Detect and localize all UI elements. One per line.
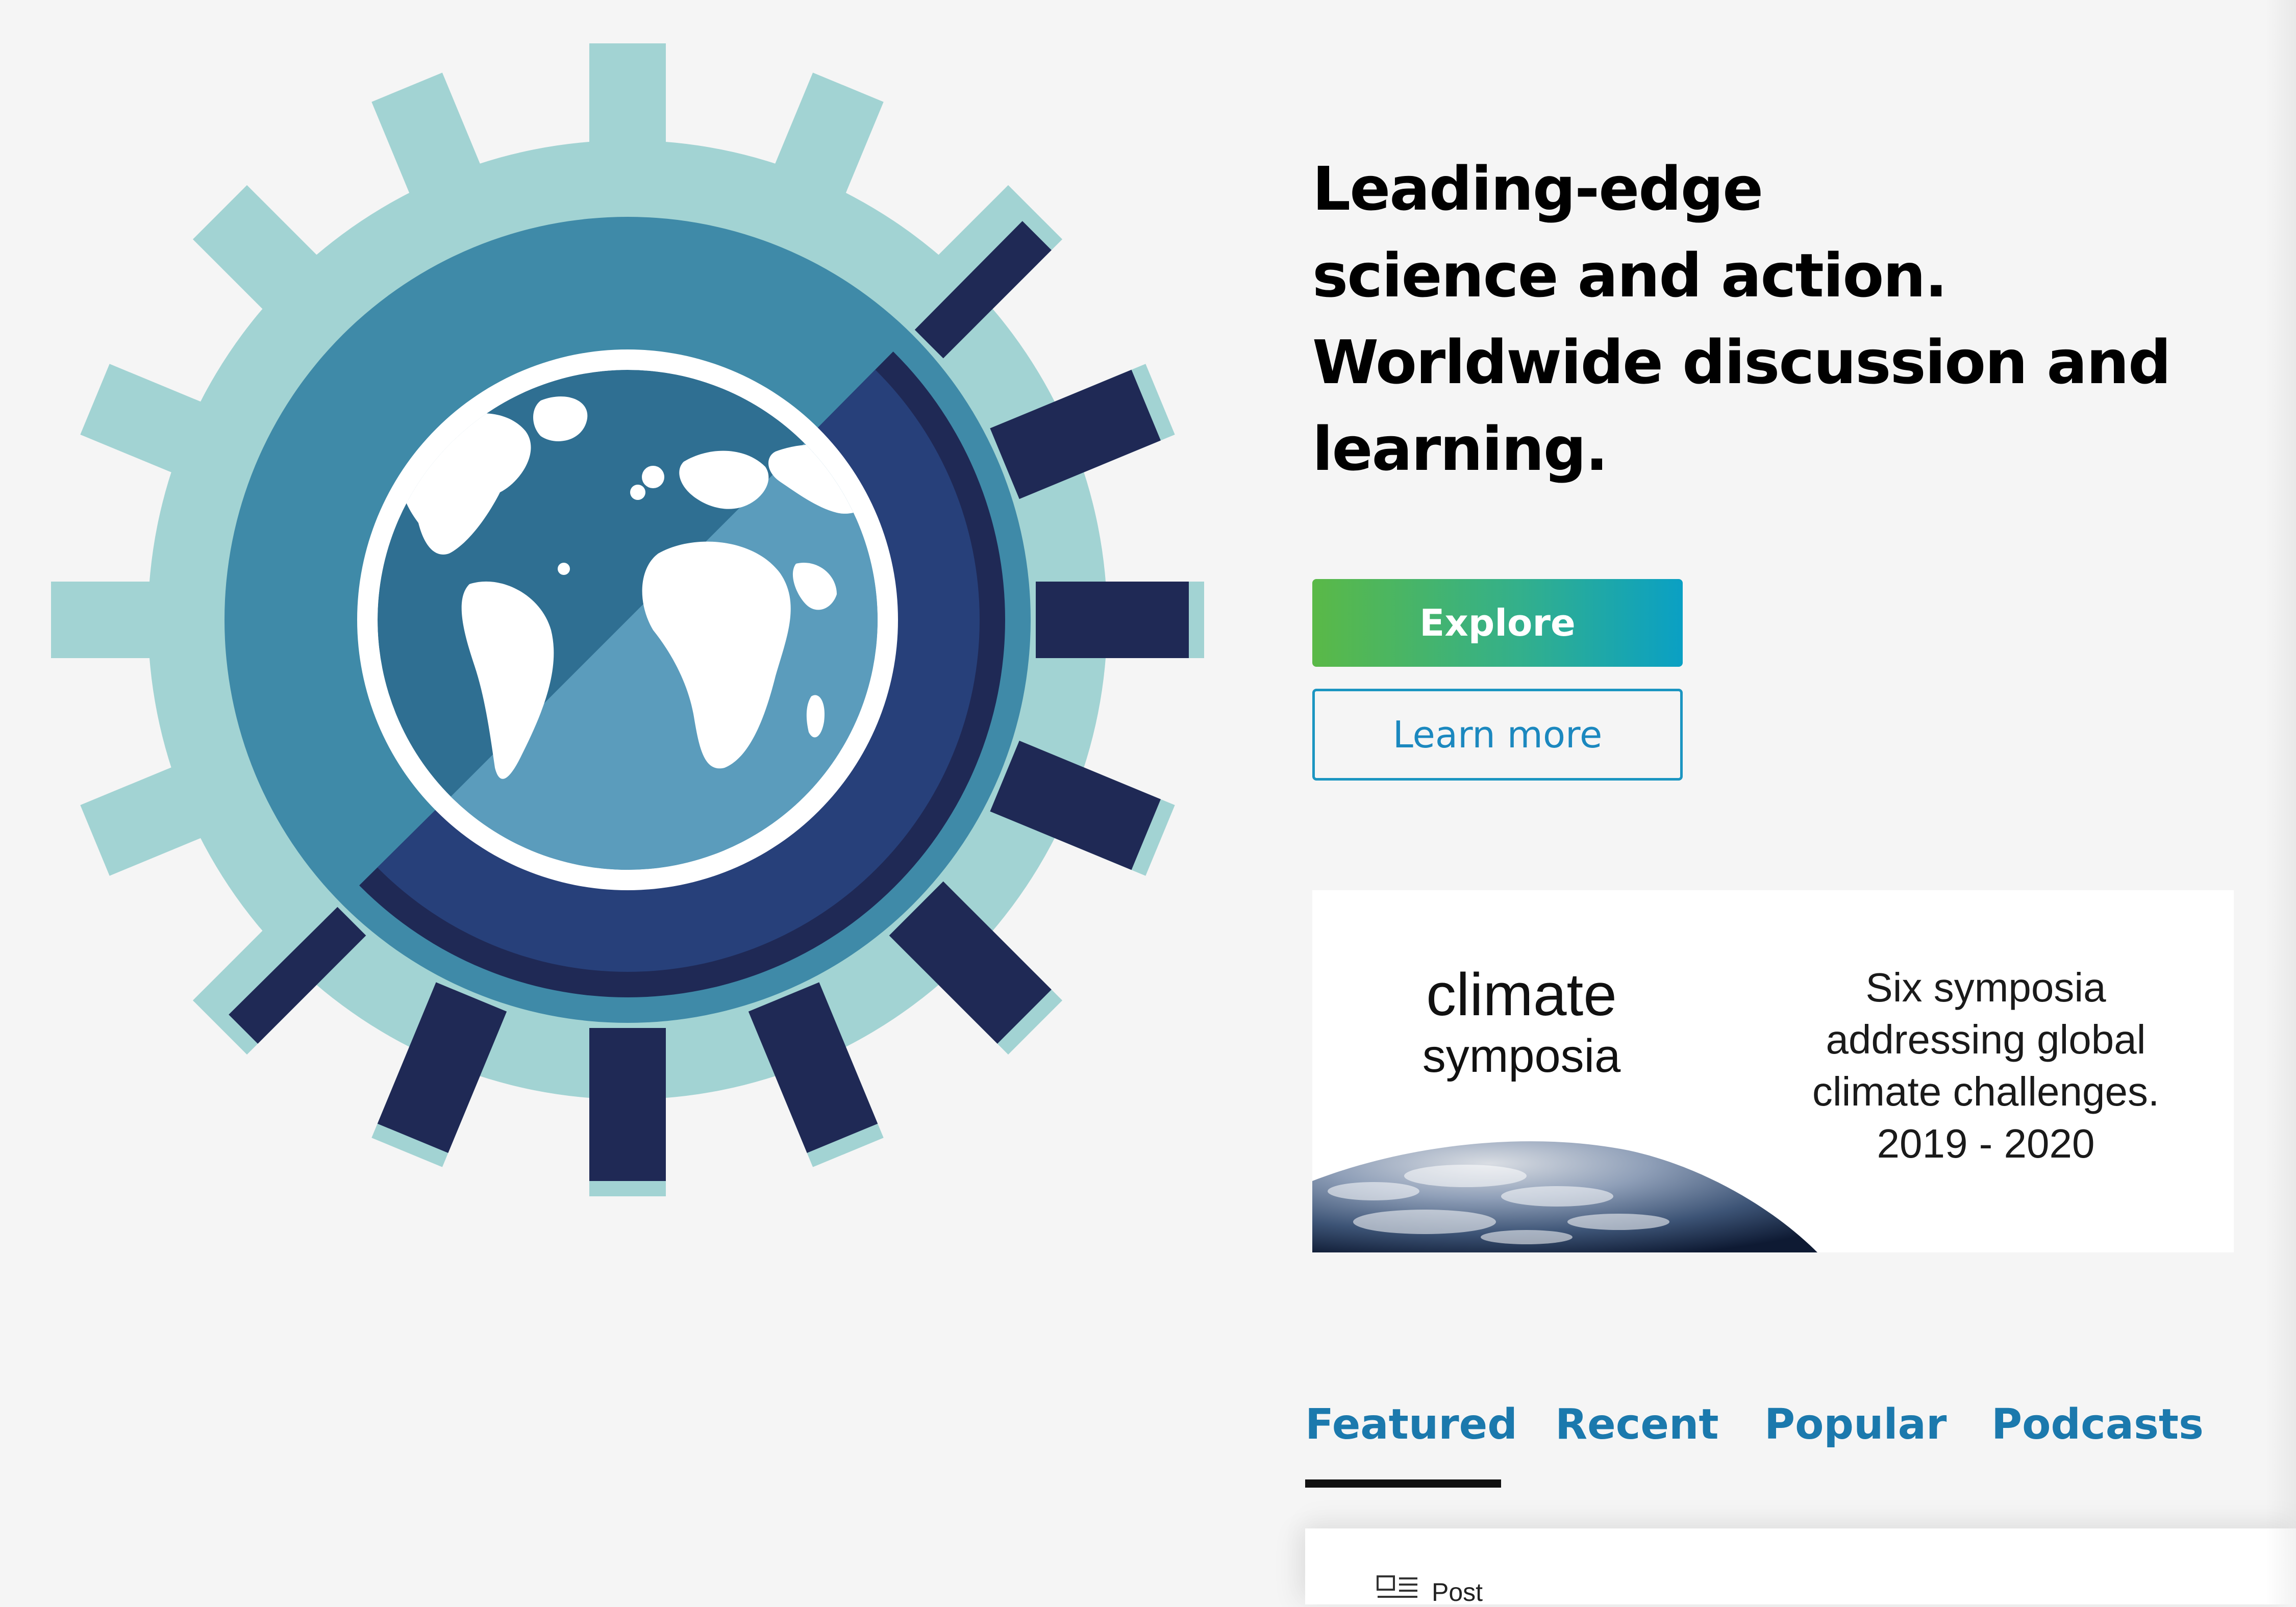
banner-description-line: Six symposia — [1865, 965, 2106, 1010]
tab-featured[interactable]: Featured — [1305, 1400, 1517, 1449]
banner-description: Six symposia addressing global climate c… — [1782, 962, 2190, 1170]
post-type-label: Post — [1432, 1578, 1483, 1606]
page-edge-shadow — [2265, 0, 2296, 1604]
tab-popular[interactable]: Popular — [1764, 1400, 1946, 1449]
tab-podcasts[interactable]: Podcasts — [1991, 1400, 2204, 1449]
headline-line: Leading-edge — [1312, 154, 1763, 224]
banner-subtitle: symposia — [1422, 1030, 1621, 1082]
article-icon — [1377, 1575, 1417, 1598]
banner-title: climate — [1426, 961, 1617, 1028]
tab-recent[interactable]: Recent — [1555, 1400, 1719, 1449]
headline-line: science and action. — [1312, 240, 1948, 311]
learn-more-button[interactable]: Learn more — [1312, 689, 1683, 781]
explore-button[interactable]: Explore — [1312, 579, 1683, 667]
banner-description-line: climate challenges. — [1812, 1069, 2160, 1114]
headline-line: learning. — [1312, 414, 1608, 484]
earth-from-space-icon — [1312, 1141, 1817, 1252]
post-card[interactable]: Post — [1305, 1528, 2296, 1606]
content-tabs: Featured Recent Popular Podcasts — [1305, 1400, 2249, 1492]
banner-description-line: addressing global — [1826, 1017, 2146, 1062]
hero-headline: Leading-edge science and action. Worldwi… — [1312, 145, 2205, 492]
banner-description-line: 2019 - 2020 — [1877, 1121, 2095, 1166]
climate-symposia-banner[interactable]: climate symposia Six symposia addressing… — [1312, 890, 2234, 1252]
headline-line: Worldwide discussion and — [1312, 327, 2171, 397]
active-tab-indicator — [1305, 1479, 1501, 1488]
gear-globe-logo-icon — [51, 43, 1204, 1196]
